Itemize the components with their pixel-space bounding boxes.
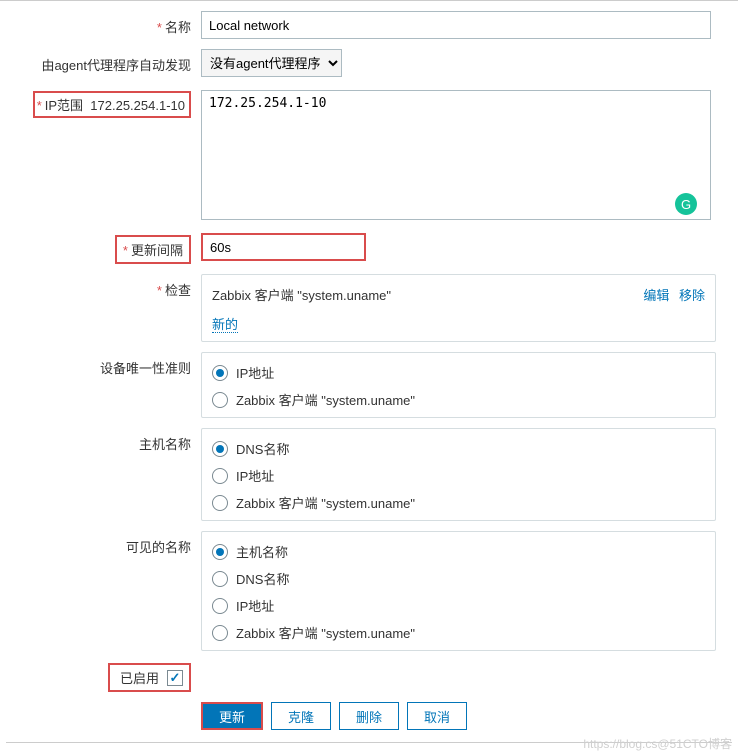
hostname-option-1[interactable]: IP地址	[212, 466, 705, 485]
enabled-checkbox[interactable]	[167, 670, 183, 686]
hostname-box: DNS名称 IP地址 Zabbix 客户端 "system.uname"	[201, 428, 716, 521]
visiblename-option-0[interactable]: 主机名称	[212, 542, 705, 561]
iprange-label: IP范围	[45, 98, 83, 113]
radio-icon	[212, 544, 228, 560]
name-row: *名称	[6, 11, 732, 39]
uniqueness-option-0[interactable]: IP地址	[212, 363, 705, 382]
enabled-highlight: 已启用	[108, 663, 191, 692]
cancel-button[interactable]: 取消	[407, 702, 467, 730]
uniqueness-label: 设备唯一性准则	[6, 352, 201, 377]
radio-icon	[212, 495, 228, 511]
buttons-row: 更新 克隆 删除 取消	[201, 702, 732, 730]
name-input[interactable]	[201, 11, 711, 39]
radio-icon	[212, 392, 228, 408]
grammarly-icon: G	[675, 193, 697, 215]
hostname-label: 主机名称	[6, 428, 201, 453]
radio-icon	[212, 468, 228, 484]
radio-icon	[212, 625, 228, 641]
discovery-rule-form: *名称 由agent代理程序自动发现 没有agent代理程序 *IP范围 172…	[0, 0, 738, 753]
visiblename-option-1[interactable]: DNS名称	[212, 569, 705, 588]
uniqueness-option-1[interactable]: Zabbix 客户端 "system.uname"	[212, 390, 705, 409]
name-label: *名称	[6, 11, 201, 36]
check-edit-link[interactable]: 编辑	[643, 288, 669, 303]
radio-icon	[212, 365, 228, 381]
checks-box: Zabbix 客户端 "system.uname" 编辑 移除 新的	[201, 274, 716, 342]
iprange-textarea[interactable]	[201, 90, 711, 220]
delete-button[interactable]: 删除	[339, 702, 399, 730]
enabled-label: 已启用	[120, 668, 159, 687]
checks-row: *检查 Zabbix 客户端 "system.uname" 编辑 移除 新的	[6, 274, 732, 342]
radio-icon	[212, 571, 228, 587]
uniqueness-row: 设备唯一性准则 IP地址 Zabbix 客户端 "system.uname"	[6, 352, 732, 418]
visiblename-option-2[interactable]: IP地址	[212, 596, 705, 615]
hostname-row: 主机名称 DNS名称 IP地址 Zabbix 客户端 "system.uname…	[6, 428, 732, 521]
uniqueness-box: IP地址 Zabbix 客户端 "system.uname"	[201, 352, 716, 418]
checks-label: *检查	[6, 274, 201, 299]
check-new-link[interactable]: 新的	[212, 317, 238, 333]
clone-button[interactable]: 克隆	[271, 702, 331, 730]
interval-row: *更新间隔	[6, 233, 732, 264]
interval-label: 更新间隔	[131, 243, 183, 258]
visiblename-row: 可见的名称 主机名称 DNS名称 IP地址 Zabbix 客户端 "system…	[6, 531, 732, 651]
enabled-row: 已启用	[6, 661, 732, 692]
hostname-option-0[interactable]: DNS名称	[212, 439, 705, 458]
proxy-select[interactable]: 没有agent代理程序	[201, 49, 342, 77]
radio-icon	[212, 598, 228, 614]
iprange-value-display: 172.25.254.1-10	[90, 98, 185, 113]
update-button[interactable]: 更新	[201, 702, 263, 730]
interval-label-highlight: *更新间隔	[115, 235, 191, 264]
interval-input[interactable]	[201, 233, 366, 261]
visiblename-box: 主机名称 DNS名称 IP地址 Zabbix 客户端 "system.uname…	[201, 531, 716, 651]
proxy-label: 由agent代理程序自动发现	[6, 49, 201, 74]
proxy-row: 由agent代理程序自动发现 没有agent代理程序	[6, 49, 732, 77]
radio-icon	[212, 441, 228, 457]
hostname-option-2[interactable]: Zabbix 客户端 "system.uname"	[212, 493, 705, 512]
check-remove-link[interactable]: 移除	[679, 288, 705, 303]
check-item-text: Zabbix 客户端 "system.uname"	[212, 285, 391, 304]
visiblename-label: 可见的名称	[6, 531, 201, 556]
visiblename-option-3[interactable]: Zabbix 客户端 "system.uname"	[212, 623, 705, 642]
